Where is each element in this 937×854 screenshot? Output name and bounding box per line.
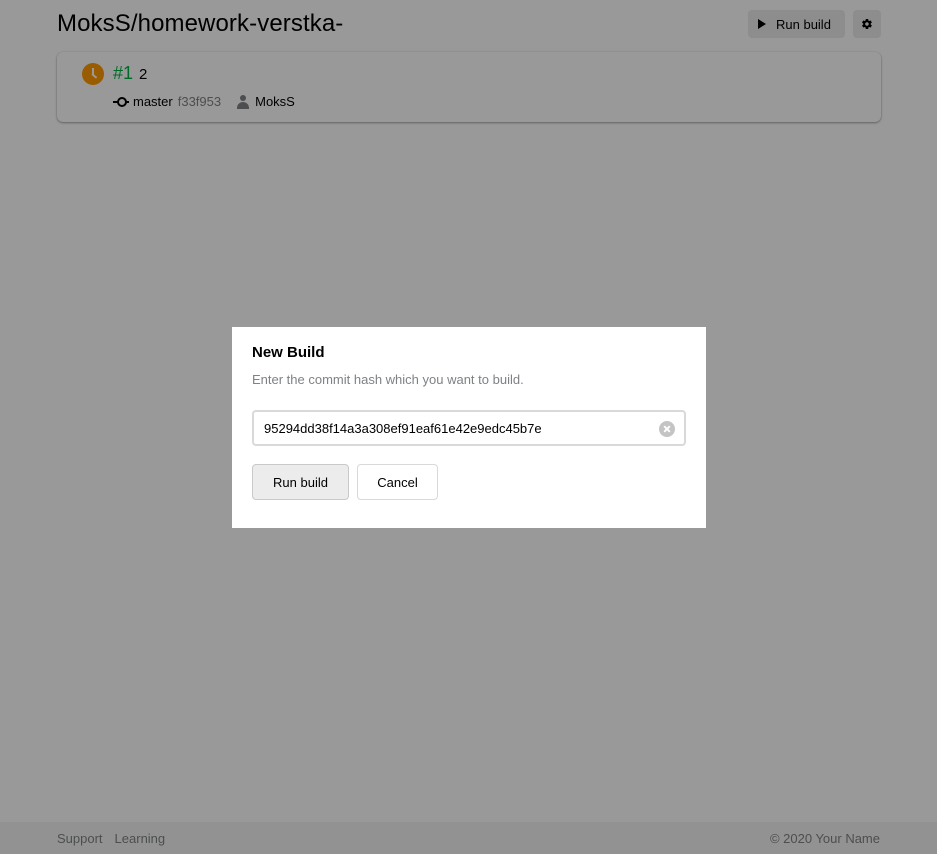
modal-title: New Build xyxy=(252,344,325,361)
run-build-submit-button[interactable]: Run build xyxy=(252,464,349,500)
cancel-button[interactable]: Cancel xyxy=(357,464,438,500)
modal-subtitle: Enter the commit hash which you want to … xyxy=(252,372,524,387)
commit-hash-input[interactable] xyxy=(252,410,686,446)
new-build-modal: New Build Enter the commit hash which yo… xyxy=(232,327,706,528)
clear-icon[interactable] xyxy=(659,421,675,437)
